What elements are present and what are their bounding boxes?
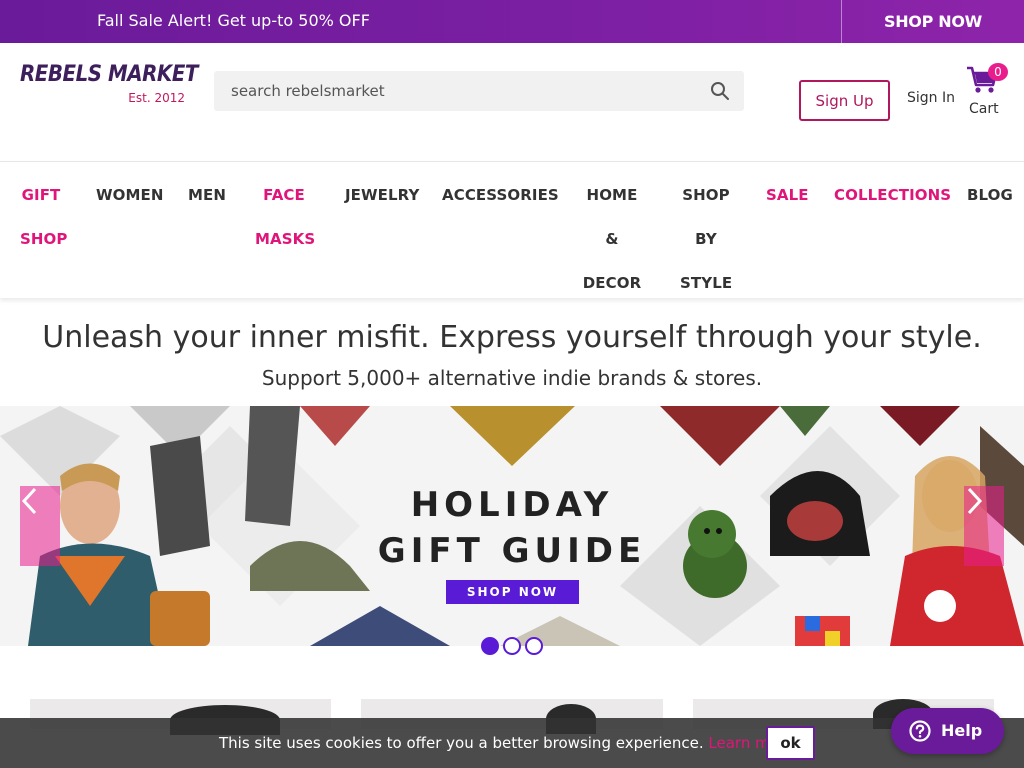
sign-in-link[interactable]: Sign In [907,90,955,106]
nav-item-collections[interactable]: COLLECTIONS [834,173,952,217]
nav-item-accessories[interactable]: ACCESSORIES [442,173,559,217]
promo-bar: Fall Sale Alert! Get up-to 50% OFF SHOP … [0,0,1024,43]
nav-item-shop-by-style[interactable]: SHOP BY STYLE [680,173,732,305]
nav-label-line: STYLE [680,274,733,292]
nav-item-men[interactable]: MEN [188,173,227,217]
search-icon[interactable] [710,81,730,101]
nav-item-gift-shop[interactable]: GIFT SHOP [20,173,68,261]
cart-count-badge: 0 [988,63,1008,81]
carousel-dot[interactable] [525,637,543,655]
search-bar [214,71,744,111]
nav-item-face-masks[interactable]: FACE MASKS [255,173,316,261]
nav-label-line: SHOP [20,230,68,248]
nav-label-line: COLLECTIONS [834,186,952,204]
cart-label: Cart [969,101,999,117]
nav-item-women[interactable]: WOMEN [96,173,164,217]
nav-item-blog[interactable]: BLOG [967,173,1013,217]
cookie-message: This site uses cookies to offer you a be… [219,734,704,752]
nav-label-line: SHOP [682,186,730,204]
main-nav: GIFT SHOP WOMEN MEN FACE MASKS JEWELRY A… [0,161,1024,298]
nav-item-jewelry[interactable]: JEWELRY [345,173,420,217]
nav-label-line: BLOG [967,186,1013,204]
cookie-ok-button[interactable]: ok [766,726,815,760]
hero-carousel[interactable]: HOLIDAY GIFT GUIDE SHOP NOW [0,406,1024,646]
nav-label-line: WOMEN [96,186,164,204]
nav-label-line: JEWELRY [345,186,420,204]
nav-label-line: GIFT [21,186,61,204]
nav-label-line: ACCESSORIES [442,186,559,204]
nav-label-line: FACE [263,186,305,204]
nav-item-home-decor[interactable]: HOME & DECOR [578,173,646,305]
nav-label-line: HOME & [586,186,638,248]
search-input[interactable] [214,71,704,111]
chevron-right-icon [967,487,983,515]
nav-item-sale[interactable]: SALE [766,173,809,217]
cart-button[interactable]: 0 Cart [966,63,1008,119]
cookie-banner: This site uses cookies to offer you a be… [0,718,1024,768]
carousel-prev-button[interactable] [20,486,60,566]
banner-shop-now-button[interactable]: SHOP NOW [446,580,579,604]
banner-title: HOLIDAY GIFT GUIDE [340,482,684,574]
help-button[interactable]: Help [891,708,1004,754]
nav-label-line: BY [695,230,717,248]
help-label: Help [941,721,983,740]
logo-text: REBELS MARKET [20,62,198,87]
help-icon [909,720,931,742]
nav-label-line: MASKS [255,230,316,248]
banner-title-line: HOLIDAY [410,485,614,525]
banner-title-line: GIFT GUIDE [377,531,647,571]
cookie-text: This site uses cookies to offer you a be… [219,734,794,752]
logo-tagline: Est. 2012 [128,91,185,105]
sign-up-button[interactable]: Sign Up [799,80,890,121]
chevron-left-icon [21,487,37,515]
carousel-dot[interactable] [503,637,521,655]
promo-text: Fall Sale Alert! Get up-to 50% OFF [97,11,370,30]
hero-subline: Support 5,000+ alternative indie brands … [261,366,763,390]
carousel-dot[interactable] [481,637,499,655]
nav-label-line: DECOR [582,274,642,292]
hero-headline: Unleash your inner misfit. Express yours… [42,320,982,355]
logo[interactable]: REBELS MARKET Est. 2012 [20,62,198,105]
promo-shop-now-button[interactable]: SHOP NOW [842,0,1024,43]
nav-label-line: SALE [766,186,809,204]
carousel-next-button[interactable] [964,486,1004,566]
nav-label-line: MEN [188,186,227,204]
